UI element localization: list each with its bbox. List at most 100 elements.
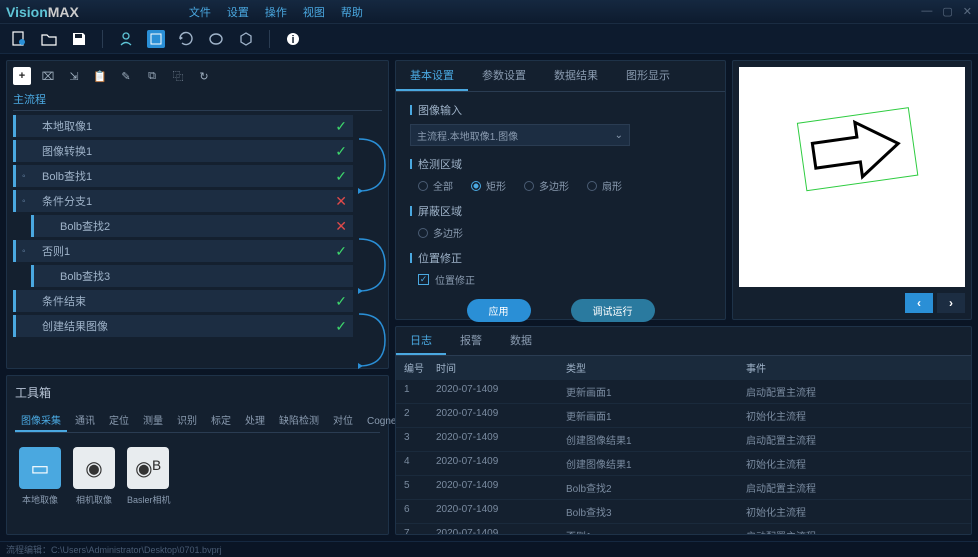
toolbox-tab[interactable]: 缺陷检测 xyxy=(273,409,325,432)
toolbox-tab[interactable]: 对位 xyxy=(327,409,359,432)
log-row[interactable]: 72020-07-1409否则1启动配置主流程 xyxy=(396,524,971,535)
log-row[interactable]: 62020-07-1409Bolb查找3初始化主流程 xyxy=(396,500,971,524)
toolbox-tab[interactable]: 处理 xyxy=(239,409,271,432)
user-icon[interactable] xyxy=(117,30,135,48)
detect-radio[interactable]: 全部 xyxy=(418,178,453,193)
flow-panel: + ⌧ ⇲ 📋 ✎ ⧉ ⿻ ↻ 主流程 本地取像1✓图像转换1✓◦Bolb查找1… xyxy=(6,60,389,369)
toolbox-tab[interactable]: 测量 xyxy=(137,409,169,432)
info-icon[interactable]: i xyxy=(284,30,302,48)
detect-region-title: 检测区域 xyxy=(410,156,711,172)
tool-item[interactable]: ◉相机取像 xyxy=(73,447,115,506)
open-file-icon[interactable] xyxy=(40,30,58,48)
preview-image[interactable] xyxy=(739,67,965,287)
flow-delete-button[interactable]: ⌧ xyxy=(39,67,57,85)
mask-radio[interactable]: 多边形 xyxy=(418,225,463,240)
log-idx: 5 xyxy=(404,480,436,495)
menu-文件[interactable]: 文件 xyxy=(189,4,211,20)
status-icon: ✓ xyxy=(335,143,347,160)
check-icon: ✓ xyxy=(418,274,429,285)
config-tab[interactable]: 图形显示 xyxy=(612,61,684,91)
mask-region-title: 屏蔽区域 xyxy=(410,203,711,219)
flow-item[interactable]: ◦条件分支1✕ xyxy=(13,190,353,212)
flow-item[interactable]: ◦否则1✓ xyxy=(13,240,353,262)
debug-run-button[interactable]: 调试运行 xyxy=(571,299,655,322)
minimize-icon[interactable]: — xyxy=(921,5,932,18)
log-row[interactable]: 32020-07-1409创建图像结果1启动配置主流程 xyxy=(396,428,971,452)
flow-item-icon: ◦ xyxy=(22,246,36,257)
flow-paste-button[interactable]: 📋 xyxy=(91,67,109,85)
apply-button[interactable]: 应用 xyxy=(467,299,531,322)
prev-button[interactable]: ‹ xyxy=(905,293,933,313)
toolbox-tab[interactable]: 识别 xyxy=(171,409,203,432)
svg-text:i: i xyxy=(291,34,294,46)
flow-item[interactable]: 条件结束✓ xyxy=(13,290,353,312)
flow-add-button[interactable]: + xyxy=(13,67,31,85)
run-loop-icon[interactable] xyxy=(207,30,225,48)
config-tab[interactable]: 参数设置 xyxy=(468,61,540,91)
flow-item[interactable]: ◦Bolb查找1✓ xyxy=(13,165,353,187)
tool-icon: ◉ᴮ xyxy=(127,447,169,489)
detect-radio[interactable]: 矩形 xyxy=(471,178,506,193)
col-evt-header: 事件 xyxy=(746,360,963,375)
log-row[interactable]: 22020-07-1409更新画面1初始化主流程 xyxy=(396,404,971,428)
flow-copy-button[interactable]: ⇲ xyxy=(65,67,83,85)
toolbox-tab[interactable]: 图像采集 xyxy=(15,409,67,432)
radio-icon xyxy=(418,181,428,191)
toolbox-panel: 工具箱 图像采集通讯定位测量识别标定处理缺陷检测对位Cognex检测工具› ▭本… xyxy=(6,375,389,535)
flow-item[interactable]: 图像转换1✓ xyxy=(13,140,353,162)
log-row[interactable]: 42020-07-1409创建图像结果1初始化主流程 xyxy=(396,452,971,476)
flow-group-button[interactable]: ⿻ xyxy=(169,67,187,85)
new-file-icon[interactable] xyxy=(10,30,28,48)
edit-mode-icon[interactable] xyxy=(147,30,165,48)
log-tab[interactable]: 日志 xyxy=(396,327,446,355)
flow-edit-button[interactable]: ✎ xyxy=(117,67,135,85)
menu-设置[interactable]: 设置 xyxy=(227,4,249,20)
toolbox-tab[interactable]: 标定 xyxy=(205,409,237,432)
config-tab[interactable]: 数据结果 xyxy=(540,61,612,91)
log-tab[interactable]: 报警 xyxy=(446,327,496,355)
image-input-select[interactable]: 主流程.本地取像1.图像 ⌄ xyxy=(410,124,630,146)
stop-icon[interactable] xyxy=(237,30,255,48)
flow-item-label: 创建结果图像 xyxy=(42,318,335,334)
close-icon[interactable]: ✕ xyxy=(963,5,972,18)
statusbar: 流程编辑：C:\Users\Administrator\Desktop\0701… xyxy=(0,541,978,557)
toolbox-title: 工具箱 xyxy=(15,384,380,401)
flow-item-label: Bolb查找1 xyxy=(42,168,335,184)
flow-item[interactable]: 创建结果图像✓ xyxy=(13,315,353,337)
menu-操作[interactable]: 操作 xyxy=(265,4,287,20)
run-once-icon[interactable] xyxy=(177,30,195,48)
maximize-icon[interactable]: ▢ xyxy=(942,5,952,18)
log-row[interactable]: 52020-07-1409Bolb查找2启动配置主流程 xyxy=(396,476,971,500)
next-button[interactable]: › xyxy=(937,293,965,313)
menu-帮助[interactable]: 帮助 xyxy=(341,4,363,20)
toolbox-tab[interactable]: 定位 xyxy=(103,409,135,432)
flow-item[interactable]: 本地取像1✓ xyxy=(13,115,353,137)
toolbox-tab[interactable]: 通讯 xyxy=(69,409,101,432)
tool-item[interactable]: ◉ᴮBasler相机 xyxy=(127,447,171,506)
config-tab[interactable]: 基本设置 xyxy=(396,61,468,91)
flow-refresh-button[interactable]: ↻ xyxy=(195,67,213,85)
log-tab[interactable]: 数据 xyxy=(496,327,546,355)
flow-item[interactable]: Bolb查找3 xyxy=(31,265,353,287)
log-type: Bolb查找2 xyxy=(566,480,746,495)
log-time: 2020-07-1409 xyxy=(436,528,566,535)
posfix-checkbox[interactable]: ✓ 位置修正 xyxy=(410,272,711,287)
flow-duplicate-button[interactable]: ⧉ xyxy=(143,67,161,85)
detect-radio[interactable]: 多边形 xyxy=(524,178,569,193)
log-event: 初始化主流程 xyxy=(746,504,963,519)
mask-region-radios: 多边形 xyxy=(410,225,711,240)
log-event: 启动配置主流程 xyxy=(746,480,963,495)
flow-item[interactable]: Bolb查找2✕ xyxy=(31,215,353,237)
flow-items: 本地取像1✓图像转换1✓◦Bolb查找1✓◦条件分支1✕Bolb查找2✕◦否则1… xyxy=(13,115,382,337)
main-toolbar: i xyxy=(0,24,978,54)
flow-item-label: 条件分支1 xyxy=(42,193,335,209)
flow-item-label: Bolb查找3 xyxy=(60,268,347,284)
menu-视图[interactable]: 视图 xyxy=(303,4,325,20)
status-icon: ✓ xyxy=(335,243,347,260)
log-row[interactable]: 12020-07-1409更新画面1启动配置主流程 xyxy=(396,380,971,404)
save-icon[interactable] xyxy=(70,30,88,48)
status-icon: ✓ xyxy=(335,118,347,135)
tool-item[interactable]: ▭本地取像 xyxy=(19,447,61,506)
detect-radio[interactable]: 扇形 xyxy=(587,178,622,193)
col-type-header: 类型 xyxy=(566,360,746,375)
